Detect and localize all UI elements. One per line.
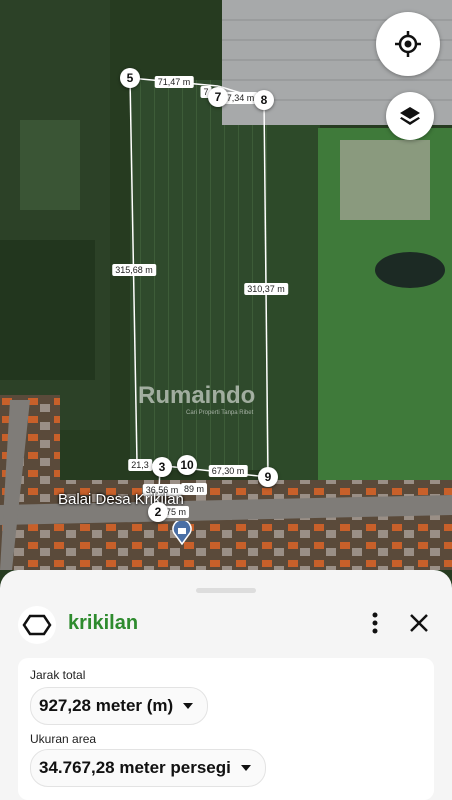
measurement-card: Jarak total 927,28 meter (m) Ukuran area… bbox=[18, 658, 434, 800]
measure-label-top-left: 71,47 m bbox=[154, 76, 194, 88]
layers-icon bbox=[400, 107, 420, 125]
measurement-sheet: krikilan Jarak total 927,28 meter (m) Uk… bbox=[0, 570, 452, 800]
watermark-tagline: Cari Properti Tanpa Ribet bbox=[186, 410, 254, 416]
watermark: Rumaindo Cari Properti Tanpa Ribet bbox=[138, 382, 255, 416]
point-marker-8[interactable]: 8 bbox=[254, 90, 274, 110]
close-icon[interactable] bbox=[404, 608, 434, 638]
point-marker-2[interactable]: 2 bbox=[148, 502, 168, 522]
chevron-down-icon bbox=[240, 765, 251, 771]
layers-button[interactable] bbox=[386, 92, 434, 140]
measure-label-left-side: 315,68 m bbox=[112, 264, 156, 276]
more-options-icon[interactable] bbox=[364, 608, 386, 638]
polygon-icon bbox=[18, 606, 56, 644]
chevron-down-icon bbox=[183, 703, 194, 709]
drag-handle[interactable] bbox=[196, 588, 256, 593]
my-location-icon bbox=[395, 31, 421, 57]
my-location-button[interactable] bbox=[376, 12, 440, 76]
watermark-brand: Rumaindo bbox=[138, 382, 256, 409]
point-marker-9[interactable]: 9 bbox=[258, 467, 278, 487]
total-distance-label: Jarak total bbox=[30, 668, 86, 682]
point-marker-7[interactable]: 7 bbox=[208, 87, 228, 107]
measure-label-right-side: 310,37 m bbox=[244, 283, 288, 295]
measurement-title: krikilan bbox=[68, 612, 139, 634]
area-value: 34.767,28 meter persegi bbox=[39, 758, 231, 777]
area-dropdown[interactable]: 34.767,28 meter persegi bbox=[30, 749, 266, 787]
point-marker-10[interactable]: 10 bbox=[177, 455, 197, 475]
total-distance-value: 927,28 meter (m) bbox=[39, 696, 174, 715]
area-label: Ukuran area bbox=[30, 732, 97, 746]
point-marker-3[interactable]: 3 bbox=[152, 457, 172, 477]
place-marker-icon[interactable] bbox=[172, 519, 192, 546]
point-marker-5[interactable]: 5 bbox=[120, 68, 140, 88]
measure-label-bottom-c: 89 m bbox=[180, 483, 208, 495]
measure-label-bottom-d: 67,30 m bbox=[208, 465, 248, 477]
total-distance-dropdown[interactable]: 927,28 meter (m) bbox=[30, 687, 209, 725]
measure-label-bottom-a: 21,3 bbox=[128, 459, 152, 471]
